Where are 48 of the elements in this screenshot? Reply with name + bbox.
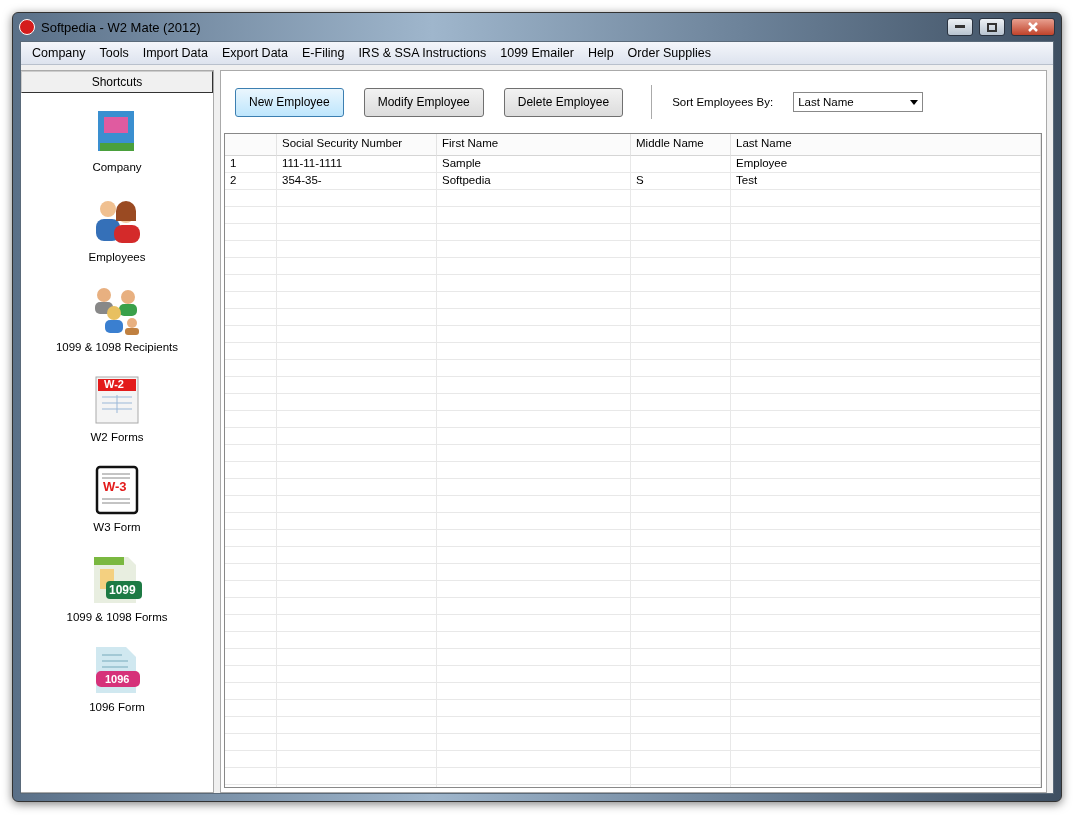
shortcut-label[interactable]: W2 Forms <box>90 431 144 443</box>
toolbar-button[interactable]: New Employee <box>235 87 344 117</box>
menu-item[interactable]: Order Supplies <box>620 46 718 60</box>
shortcut-label[interactable]: Company <box>92 161 142 173</box>
table-cell: 111-11-1111 <box>277 156 437 173</box>
row-number: 2 <box>225 173 277 190</box>
form-code-label: W-3 <box>103 479 127 494</box>
menu-item[interactable]: Tools <box>92 46 136 60</box>
menu-item[interactable]: Export Data <box>215 46 295 60</box>
close-icon[interactable] <box>1011 18 1055 36</box>
minimize-icon[interactable] <box>947 18 973 36</box>
shortcut-label[interactable]: W3 Form <box>93 521 141 533</box>
table-cell: S <box>631 173 731 190</box>
form-icon <box>92 375 142 425</box>
menu-item[interactable]: IRS & SSA Instructions <box>351 46 494 60</box>
form-code-label: 1096 <box>105 673 130 685</box>
shortcut-label[interactable]: 1099 & 1098 Recipients <box>55 341 179 353</box>
column-header[interactable]: Last Name <box>731 134 1041 156</box>
column-header[interactable]: First Name <box>437 134 631 156</box>
sort-dropdown[interactable]: Last Name <box>793 92 924 112</box>
app-icon <box>19 19 35 35</box>
toolbar-button[interactable]: Modify Employee <box>363 87 484 117</box>
table-cell: Softpedia <box>437 173 631 190</box>
row-number: 1 <box>225 156 277 173</box>
menu-item[interactable]: Help <box>580 46 621 60</box>
table-cell: Test <box>731 173 1041 190</box>
menu-item[interactable]: Import Data <box>135 46 215 60</box>
menu-item[interactable]: Company <box>25 46 93 60</box>
menu-item[interactable]: 1099 Emailer <box>493 46 581 60</box>
panel-header: Shortcuts <box>21 71 213 93</box>
window-title: Softpedia - W2 Mate (2012) <box>41 19 202 35</box>
sort-label: Sort Employees By: <box>672 96 774 108</box>
shortcut-label[interactable]: Employees <box>88 251 146 263</box>
form-code-label: W-2 <box>104 378 124 390</box>
people-group-icon <box>92 285 142 335</box>
toolbar-button[interactable]: Delete Employee <box>503 87 624 117</box>
menu-item[interactable]: E-Filing <box>295 46 352 60</box>
caret-icon <box>910 99 919 105</box>
form-icon <box>92 555 142 605</box>
shortcut-label[interactable]: 1099 & 1098 Forms <box>66 611 168 623</box>
shortcut-label[interactable]: 1096 Form <box>89 701 145 713</box>
table-cell: Employee <box>731 156 1041 173</box>
column-header[interactable]: Social Security Number <box>277 134 437 156</box>
table-cell: Sample <box>437 156 631 173</box>
form-code-label: 1099 <box>109 583 136 597</box>
maximize-icon[interactable] <box>979 18 1005 36</box>
table-cell: 354-35- <box>277 173 437 190</box>
column-header[interactable]: Middle Name <box>631 134 731 156</box>
